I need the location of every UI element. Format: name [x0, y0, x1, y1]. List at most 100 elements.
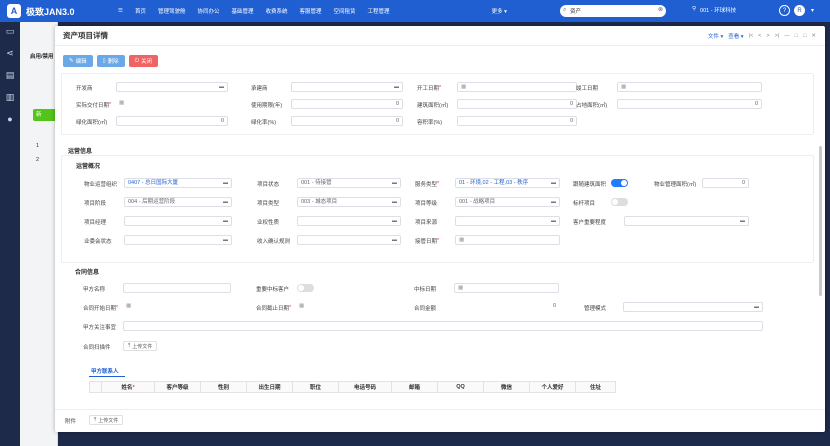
side-navigation: ▭ ⋖ ▤ ▥ ● [0, 22, 20, 446]
importance-field[interactable]: ▬ [624, 216, 749, 226]
scan-upload-button[interactable]: ⤒ 上传文件 [123, 341, 158, 351]
mgmt-mode-label: 管理模式 [584, 306, 607, 312]
bid-date-field[interactable]: ▦ [454, 283, 559, 293]
start-date-field[interactable]: ▦ [457, 82, 577, 92]
importance-label: 客户重要程度 [573, 220, 607, 226]
org-name: 001 - 环球科技 [700, 8, 737, 14]
menu-toggle-icon[interactable]: ☰ [118, 8, 123, 14]
party-a-field[interactable] [123, 283, 231, 293]
benchmark-toggle[interactable] [611, 198, 628, 206]
green-rate-field[interactable]: 0 [291, 116, 403, 126]
help-icon[interactable]: ? [779, 5, 790, 16]
important-client-label: 重要中标客户 [256, 287, 290, 293]
col-gender: 性别 [200, 381, 247, 393]
close-button[interactable]: ⏻ 关闭 [128, 55, 159, 67]
mgmt-area-field[interactable]: 0 [702, 178, 749, 188]
project-source-field[interactable]: ▬ [455, 216, 560, 226]
briefcase-icon[interactable]: ▥ [0, 92, 20, 110]
income-rule-field[interactable]: ▬ [297, 235, 401, 245]
menu-item-engineering[interactable]: 工程管理 [368, 7, 390, 15]
share-icon[interactable]: ⋖ [0, 48, 20, 66]
org-selector[interactable]: ⚲ 001 - 环球科技 [692, 6, 736, 14]
global-search-input[interactable]: ⌕ 资产 ⊗ [560, 5, 666, 17]
owner-committee-field[interactable]: ▬ [124, 235, 232, 245]
file-menu[interactable]: 文件 ▾ [708, 32, 723, 40]
first-record-icon[interactable]: |< [749, 33, 754, 39]
green-area-field[interactable]: 0 [116, 116, 228, 126]
ops-org-field[interactable]: 0407 - 总日国际大厦 ▬ [124, 178, 232, 188]
delivery-date-field[interactable]: ▦ [116, 99, 228, 109]
project-type-label: 项目类型 [257, 201, 280, 207]
contract-amount-field[interactable]: 0 [454, 302, 559, 312]
chevron-down-icon[interactable]: ▾ [811, 7, 814, 14]
takeover-date-field[interactable]: ▦ [455, 235, 560, 245]
finish-date-field[interactable]: ▦ [617, 82, 762, 92]
view-menu[interactable]: 查看 ▾ [728, 32, 743, 40]
user-icon[interactable]: ● [0, 114, 20, 132]
start-date-label: 开工日期 * [417, 84, 441, 92]
contract-end-field[interactable]: ▦ [296, 302, 400, 312]
tab-contacts[interactable]: 甲方联系人 [91, 367, 119, 375]
required-mark: * [132, 385, 135, 391]
last-record-icon[interactable]: >| [775, 33, 780, 39]
calendar-icon: ▦ [621, 84, 627, 90]
developer-field[interactable]: ▬ [116, 82, 228, 92]
folder-icon: ▬ [740, 218, 745, 224]
property-nature-field[interactable]: ▬ [297, 216, 401, 226]
service-type-field[interactable]: 01 - 环境,02 - 工程,03 - 秩序 ▬ [455, 178, 560, 188]
land-area-field[interactable]: 0 [617, 99, 762, 109]
contract-start-field[interactable]: ▦ [123, 302, 231, 312]
years-field[interactable]: 0 [291, 99, 403, 109]
minimize-icon[interactable]: — [784, 33, 790, 39]
col-phone: 电话号码 [338, 381, 392, 393]
scan-upload-label: 上传文件 [132, 343, 153, 350]
menu-more[interactable]: 更多 ▾ [492, 7, 507, 15]
volume-rate-field[interactable]: 0 [457, 116, 577, 126]
important-client-toggle[interactable] [297, 284, 314, 292]
project-stage-field[interactable]: 004 - 后期运营阶段 ▬ [124, 197, 232, 207]
folder-icon: ▬ [754, 304, 759, 310]
vertical-scrollbar[interactable] [819, 146, 822, 296]
col-level: 客户等级 [154, 381, 201, 393]
contract-start-text: 合同开始日期 [83, 306, 117, 312]
clear-icon[interactable]: ⊗ [658, 6, 663, 13]
follow-area-toggle[interactable] [611, 179, 628, 187]
build-area-field[interactable]: 0 [457, 99, 577, 109]
box-icon[interactable]: ▤ [0, 70, 20, 88]
list-item[interactable]: 2 [36, 157, 39, 163]
focus-field[interactable] [123, 321, 763, 331]
delete-button[interactable]: ▯ 删除 [96, 55, 125, 67]
menu-item-billing[interactable]: 收费系统 [266, 7, 288, 15]
required-mark: * [116, 305, 119, 311]
detail-form-scroll[interactable]: 开发商 ▬ 承建商 ▬ 开工日期 * ▦ 竣工日期 ▦ 实际交付日期 * ▦ 使用期… [61, 73, 814, 403]
mgmt-mode-field[interactable]: ▬ [623, 302, 763, 312]
attachment-upload-button[interactable]: ⤒ 上传文件 [89, 415, 124, 425]
project-status-field[interactable]: 001 - 待接管 ▬ [297, 178, 401, 188]
menu-item-office[interactable]: 协同办公 [197, 7, 219, 15]
app-logo[interactable]: A 极致JAN3.0 [0, 4, 118, 18]
prev-record-icon[interactable]: < [758, 33, 761, 39]
next-record-icon[interactable]: > [766, 33, 769, 39]
edit-button[interactable]: ✎ 编辑 [63, 55, 93, 67]
project-manager-field[interactable]: ▬ [124, 216, 232, 226]
contractor-field[interactable]: ▬ [291, 82, 403, 92]
menu-item-service[interactable]: 客服管理 [300, 7, 322, 15]
col-select[interactable] [89, 381, 102, 393]
avatar[interactable]: R [794, 5, 805, 16]
project-grade-field[interactable]: 001 - 战略项目 ▬ [455, 197, 560, 207]
maximize-icon[interactable]: □ [803, 33, 806, 39]
project-source-label: 项目来源 [415, 220, 438, 226]
list-item[interactable]: 1 [36, 143, 39, 149]
restore-icon[interactable]: □ [795, 33, 798, 39]
project-type-field[interactable]: 003 - 城态项目 ▬ [297, 197, 401, 207]
trash-icon: ▯ [102, 58, 106, 64]
green-rate-label: 绿化率(%) [251, 120, 277, 126]
menu-item-dashboard[interactable]: 管理驾驶舱 [158, 7, 186, 15]
income-rule-label: 收入确认规则 [257, 239, 291, 245]
monitor-icon[interactable]: ▭ [0, 26, 20, 44]
menu-item-leasing[interactable]: 空间租赁 [334, 7, 356, 15]
close-icon[interactable]: ✕ [811, 33, 816, 39]
menu-item-basic[interactable]: 基础管理 [231, 7, 253, 15]
menu-item-home[interactable]: 首页 [135, 7, 146, 15]
folder-icon: ▬ [223, 218, 228, 224]
